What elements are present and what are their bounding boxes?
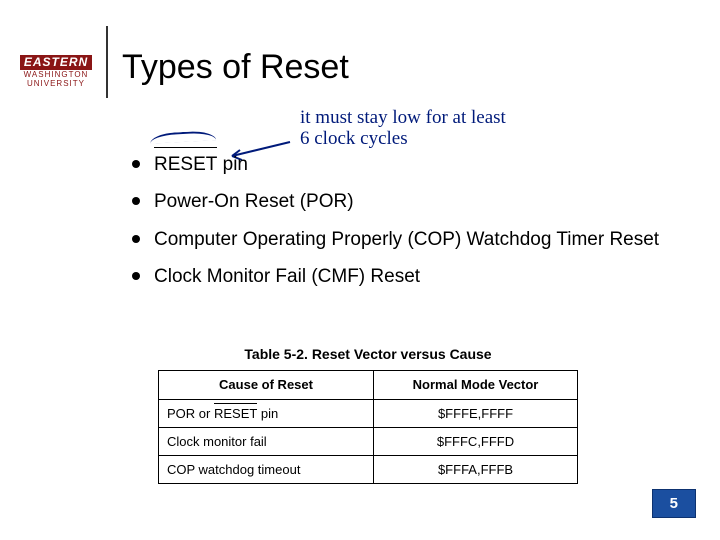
slide-number-badge: 5: [652, 489, 696, 518]
logo-mid: WASHINGTON: [14, 71, 98, 79]
bullet-3: Computer Operating Properly (COP) Watchd…: [132, 225, 692, 254]
cell-vector-2: $FFFA,FFFB: [374, 455, 578, 483]
institution-logo: EASTERN WASHINGTON UNIVERSITY: [14, 54, 98, 89]
cell-cause-0: POR or RESET pin: [159, 399, 374, 427]
cell-vector-0: $FFFE,FFFF: [374, 399, 578, 427]
table-header-row: Cause of Reset Normal Mode Vector: [159, 371, 578, 400]
bullet-list: RESET pin Power-On Reset (POR) Computer …: [132, 150, 692, 300]
annotation-line1: it must stay low for at least: [300, 108, 506, 129]
cell-vector-1: $FFFC,FFFD: [374, 427, 578, 455]
title-divider: [106, 26, 108, 98]
logo-bot: UNIVERSITY: [14, 80, 98, 88]
cell-cause-1: Clock monitor fail: [159, 427, 374, 455]
reset-overline-word: RESET: [154, 150, 217, 179]
slide-title: Types of Reset: [122, 48, 349, 87]
bullet-1: RESET pin: [132, 150, 692, 179]
reset-vector-table: Table 5-2. Reset Vector versus Cause Cau…: [158, 346, 578, 484]
handwritten-overline: [150, 130, 216, 143]
annotation-line2: 6 clock cycles: [300, 129, 506, 150]
table-row: POR or RESET pin $FFFE,FFFF: [159, 399, 578, 427]
th-vector: Normal Mode Vector: [374, 371, 578, 400]
table-row: COP watchdog timeout $FFFA,FFFB: [159, 455, 578, 483]
bullet-2: Power-On Reset (POR): [132, 187, 692, 216]
cell-cause-2: COP watchdog timeout: [159, 455, 374, 483]
th-cause: Cause of Reset: [159, 371, 374, 400]
logo-top: EASTERN: [20, 55, 92, 70]
table-row: Clock monitor fail $FFFC,FFFD: [159, 427, 578, 455]
bullet-4: Clock Monitor Fail (CMF) Reset: [132, 262, 692, 291]
table-caption: Table 5-2. Reset Vector versus Cause: [158, 346, 578, 362]
handwritten-annotation: it must stay low for at least 6 clock cy…: [300, 108, 506, 150]
